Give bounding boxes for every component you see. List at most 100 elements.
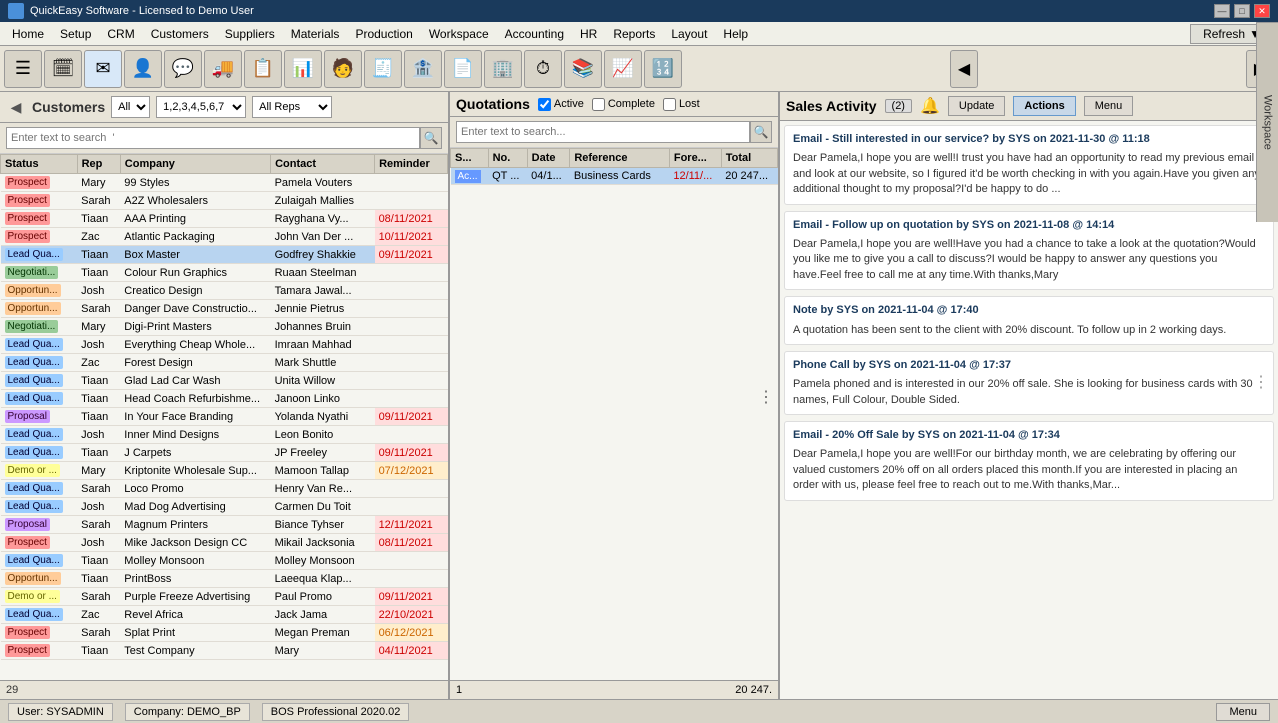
table-row[interactable]: Lead Qua...SarahLoco PromoHenry Van Re..… xyxy=(1,480,448,498)
table-row[interactable]: Lead Qua...TiaanMolley MonsoonMolley Mon… xyxy=(1,552,448,570)
rep-group-filter[interactable]: 1,2,3,4,5,6,7 xyxy=(156,96,246,118)
rep-cell: Tiaan xyxy=(77,444,120,462)
menu-hr[interactable]: HR xyxy=(572,25,605,43)
table-row[interactable]: ProspectMary99 StylesPamela Vouters xyxy=(1,174,448,192)
chat-icon-btn[interactable]: 💬 xyxy=(164,50,202,88)
company-cell: Everything Cheap Whole... xyxy=(120,336,270,354)
back-button[interactable]: ◀ xyxy=(950,50,978,88)
customers-search-button[interactable]: 🔍 xyxy=(420,127,442,149)
menu-setup[interactable]: Setup xyxy=(52,25,99,43)
invoice-icon-btn[interactable]: 📄 xyxy=(444,50,482,88)
quotations-search-input[interactable] xyxy=(456,121,750,143)
list-item: Phone Call by SYS on 2021-11-04 @ 17:37 … xyxy=(784,351,1274,415)
quotations-dots-menu[interactable]: ⋮ xyxy=(758,387,774,407)
clock-icon-btn[interactable]: ⏱ xyxy=(524,50,562,88)
menu-workspace[interactable]: Workspace xyxy=(421,25,497,43)
status-cell: Opportun... xyxy=(1,300,78,318)
contact-cell: Mamoon Tallap xyxy=(271,462,375,480)
quotations-search-button[interactable]: 🔍 xyxy=(750,121,772,143)
table-row[interactable]: Lead Qua...ZacRevel AfricaJack Jama22/10… xyxy=(1,606,448,624)
table-row[interactable]: Opportun...JoshCreatico DesignTamara Jaw… xyxy=(1,282,448,300)
menu-accounting[interactable]: Accounting xyxy=(497,25,572,43)
maximize-button[interactable]: □ xyxy=(1234,4,1250,18)
contact-cell: Laeequa Klap... xyxy=(271,570,375,588)
table-row[interactable]: ProspectJoshMike Jackson Design CCMikail… xyxy=(1,534,448,552)
ledger-icon-btn[interactable]: 📊 xyxy=(284,50,322,88)
table-row[interactable]: ProspectSarahA2Z WholesalersZulaigah Mal… xyxy=(1,192,448,210)
menu-materials[interactable]: Materials xyxy=(283,25,348,43)
bank-icon-btn[interactable]: 🏦 xyxy=(404,50,442,88)
menu-crm[interactable]: CRM xyxy=(99,25,142,43)
close-button[interactable]: ✕ xyxy=(1254,4,1270,18)
table-row[interactable]: Demo or ...SarahPurple Freeze Advertisin… xyxy=(1,588,448,606)
table-row[interactable]: Opportun...TiaanPrintBossLaeequa Klap... xyxy=(1,570,448,588)
reminder-cell xyxy=(375,426,448,444)
table-row[interactable]: Negotiati...TiaanColour Run GraphicsRuaa… xyxy=(1,264,448,282)
email-icon-btn[interactable]: ✉ xyxy=(84,50,122,88)
table-row[interactable]: Lead Qua...TiaanBox MasterGodfrey Shakki… xyxy=(1,246,448,264)
menu-reports[interactable]: Reports xyxy=(605,25,663,43)
reminder-cell: 09/11/2021 xyxy=(375,246,448,264)
bell-icon[interactable]: 🔔 xyxy=(920,96,940,116)
status-filter[interactable]: All xyxy=(111,96,150,118)
customers-back-arrow[interactable]: ◀ xyxy=(6,97,26,117)
activity-dots-menu[interactable]: ⋮ xyxy=(1253,372,1269,394)
notes-icon-btn[interactable]: 📋 xyxy=(244,50,282,88)
complete-checkbox[interactable] xyxy=(592,98,605,111)
company-cell: Atlantic Packaging xyxy=(120,228,270,246)
actions-button[interactable]: Actions xyxy=(1013,96,1075,116)
contact-cell: Jennie Pietrus xyxy=(271,300,375,318)
delivery-icon-btn[interactable]: 🚚 xyxy=(204,50,242,88)
menu-layout[interactable]: Layout xyxy=(663,25,715,43)
org-icon-btn[interactable]: 🏢 xyxy=(484,50,522,88)
active-checkbox[interactable] xyxy=(538,98,551,111)
rep-cell: Tiaan xyxy=(77,264,120,282)
menu-suppliers[interactable]: Suppliers xyxy=(217,25,283,43)
table-row[interactable]: ProspectTiaanTest CompanyMary04/11/2021 xyxy=(1,642,448,660)
main-content: ◀ Customers All 1,2,3,4,5,6,7 All Reps 🔍… xyxy=(0,92,1278,699)
contact-cell: Yolanda Nyathi xyxy=(271,408,375,426)
contact-cell: Pamela Vouters xyxy=(271,174,375,192)
chart-icon-btn[interactable]: 📈 xyxy=(604,50,642,88)
update-button[interactable]: Update xyxy=(948,96,1005,116)
table-row[interactable]: ProposalSarahMagnum PrintersBiance Tyhse… xyxy=(1,516,448,534)
contact-cell: Imraan Mahhad xyxy=(271,336,375,354)
workspace-tab[interactable]: Workspace xyxy=(1256,22,1278,222)
table-row[interactable]: Negotiati...MaryDigi-Print MastersJohann… xyxy=(1,318,448,336)
menu-home[interactable]: Home xyxy=(4,25,52,43)
gauge-icon-btn[interactable]: 🔢 xyxy=(644,50,682,88)
table-row[interactable]: Ac... QT ... 04/1... Business Cards 12/1… xyxy=(451,168,778,185)
table-row[interactable]: Lead Qua...JoshInner Mind DesignsLeon Bo… xyxy=(1,426,448,444)
table-row[interactable]: Opportun...SarahDanger Dave Constructio.… xyxy=(1,300,448,318)
lost-checkbox[interactable] xyxy=(663,98,676,111)
table-row[interactable]: Lead Qua...JoshMad Dog AdvertisingCarmen… xyxy=(1,498,448,516)
table-row[interactable]: ProspectTiaanAAA PrintingRayghana Vy...0… xyxy=(1,210,448,228)
rep-cell: Tiaan xyxy=(77,408,120,426)
menu-help[interactable]: Help xyxy=(715,25,756,43)
table-row[interactable]: Lead Qua...TiaanHead Coach Refurbishme..… xyxy=(1,390,448,408)
status-menu-button[interactable]: Menu xyxy=(1216,703,1270,721)
table-row[interactable]: Lead Qua...TiaanJ CarpetsJP Freeley09/11… xyxy=(1,444,448,462)
person-icon-btn[interactable]: 🧑 xyxy=(324,50,362,88)
rep-filter[interactable]: All Reps xyxy=(252,96,332,118)
reminder-cell xyxy=(375,282,448,300)
contacts-icon-btn[interactable]: 👤 xyxy=(124,50,162,88)
complete-filter-label: Complete xyxy=(592,98,655,111)
menu-customers[interactable]: Customers xyxy=(143,25,217,43)
table-row[interactable]: Demo or ...MaryKriptonite Wholesale Sup.… xyxy=(1,462,448,480)
table-row[interactable]: Lead Qua...JoshEverything Cheap Whole...… xyxy=(1,336,448,354)
calendar-icon-btn[interactable]: 🗓 xyxy=(44,50,82,88)
table-row[interactable]: Lead Qua...TiaanGlad Lad Car WashUnita W… xyxy=(1,372,448,390)
table-row[interactable]: ProposalTiaanIn Your Face BrandingYoland… xyxy=(1,408,448,426)
minimize-button[interactable]: — xyxy=(1214,4,1230,18)
menu-icon-btn[interactable]: ☰ xyxy=(4,50,42,88)
rep-cell: Josh xyxy=(77,336,120,354)
receipt-icon-btn[interactable]: 🧾 xyxy=(364,50,402,88)
customers-search-input[interactable] xyxy=(6,127,420,149)
table-row[interactable]: ProspectZacAtlantic PackagingJohn Van De… xyxy=(1,228,448,246)
book-icon-btn[interactable]: 📚 xyxy=(564,50,602,88)
sales-menu-button[interactable]: Menu xyxy=(1084,96,1134,116)
menu-production[interactable]: Production xyxy=(347,25,420,43)
table-row[interactable]: Lead Qua...ZacForest DesignMark Shuttle xyxy=(1,354,448,372)
table-row[interactable]: ProspectSarahSplat PrintMegan Preman06/1… xyxy=(1,624,448,642)
